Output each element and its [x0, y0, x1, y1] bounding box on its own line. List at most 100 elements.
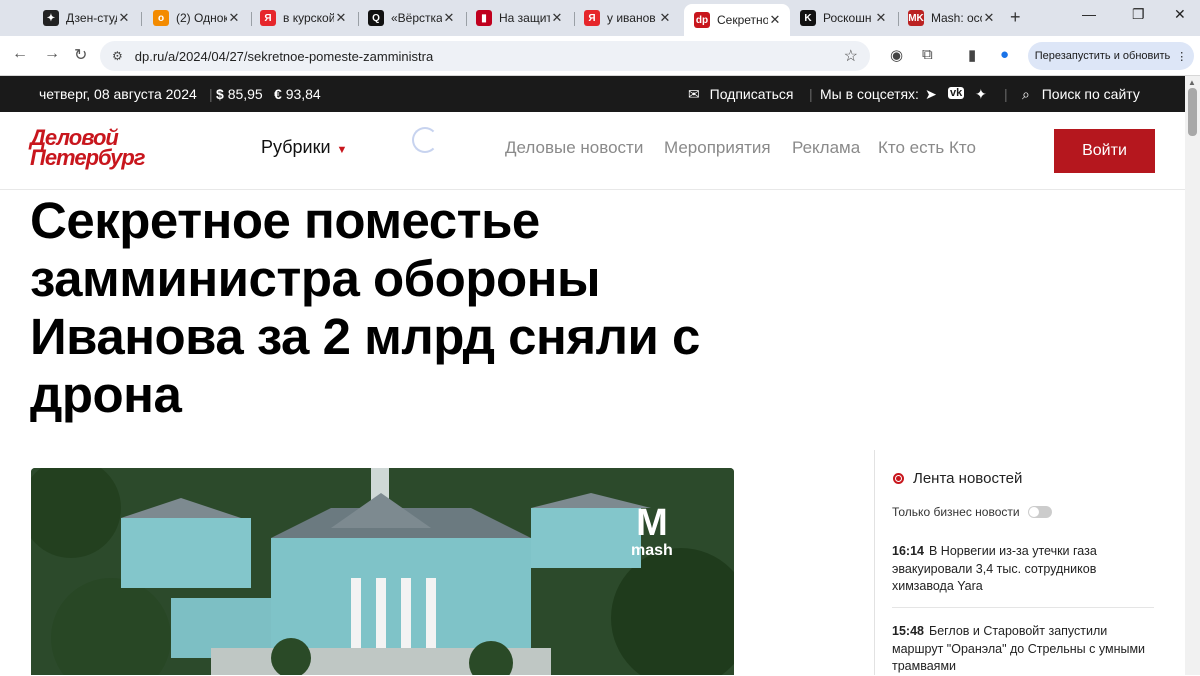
browser-tab[interactable]: K Роскошн ✕ [790, 4, 896, 32]
login-button[interactable]: Войти [1054, 129, 1155, 173]
business-news-toggle[interactable] [1027, 506, 1052, 518]
tab-favicon-icon: K [800, 10, 816, 26]
address-bar[interactable]: ⚙ dp.ru/a/2024/04/27/sekretnoe-pomeste-z… [100, 41, 870, 71]
reload-icon[interactable]: ↻ [74, 45, 87, 65]
social-label: Мы в соцсетях: [820, 86, 919, 102]
nav-who-is-who[interactable]: Кто есть Кто [878, 138, 976, 158]
news-item[interactable]: 16:14 В Норвегии из-за утечки газа эвакуи… [892, 543, 1154, 596]
back-icon[interactable]: ← [12, 45, 28, 63]
mash-watermark: M mash [631, 504, 673, 560]
restart-update-button[interactable]: Перезапустить и обновить ⋮ [1028, 42, 1194, 70]
dollar-icon: $ [216, 86, 224, 102]
tab-favicon-icon: MK [908, 10, 924, 26]
browser-tab[interactable]: Яу иванов ✕ [574, 4, 680, 32]
mash-logo-icon: M [636, 502, 668, 544]
tab-label: (2) Однок [176, 11, 227, 25]
eur-rate: € 93,84 [274, 86, 321, 102]
tab-label: Роскошн [823, 11, 872, 25]
browser-tab[interactable]: о (2) Однок ✕ [143, 4, 249, 32]
logo-line-2: Петербург [30, 145, 146, 170]
browser-tab[interactable]: dp Секретно ✕ [684, 4, 790, 36]
news-item[interactable]: 15:48 Беглов и Старовойт запустили маршру… [892, 623, 1154, 676]
profile-sync-icon[interactable]: ◉ [890, 46, 903, 64]
tab-label: На защит [499, 11, 550, 25]
browser-tab[interactable]: MK Mash: осс ✕ [898, 4, 1004, 32]
browser-tab[interactable]: Q «Вёрстка ✕ [358, 4, 464, 32]
minimize-icon[interactable]: — [1082, 6, 1096, 22]
rubrics-label: Рубрики [261, 137, 331, 157]
forward-icon[interactable]: → [44, 45, 60, 63]
tab-label: «Вёрстка [391, 11, 442, 25]
extensions-icon[interactable]: ⧉ [922, 46, 933, 63]
site-search-link[interactable]: ⌕ Поиск по сайту [1022, 86, 1140, 103]
tab-label: в курской [283, 11, 334, 25]
url-text: dp.ru/a/2024/04/27/sekretnoe-pomeste-zam… [134, 48, 434, 64]
tab-label: у иванов [607, 11, 656, 25]
tab-label: Секретно [717, 13, 768, 27]
browser-toolbar: ← → ↻ ⚙ dp.ru/a/2024/04/27/sekretnoe-pom… [0, 36, 1200, 76]
tab-favicon-icon: о [153, 10, 169, 26]
side-panel-icon[interactable]: ▮ [968, 46, 976, 64]
zen-icon[interactable]: ✦ [975, 86, 987, 103]
tab-favicon-icon: dp [694, 12, 710, 28]
business-filter-label: Только бизнес новости [892, 505, 1020, 519]
site-logo[interactable]: Деловой Петербург [30, 127, 184, 170]
euro-icon: € [274, 86, 282, 102]
page-scrollbar[interactable]: ▲ [1185, 76, 1200, 675]
nav-ads[interactable]: Реклама [792, 138, 860, 158]
tab-label: Mash: осс [931, 11, 982, 25]
scrollbar-thumb[interactable] [1188, 88, 1197, 136]
account-icon[interactable]: ● [1000, 46, 1009, 63]
mail-icon: ✉ [688, 86, 700, 102]
eur-value: 93,84 [285, 86, 321, 102]
nav-events[interactable]: Мероприятия [664, 138, 771, 158]
caret-down-icon: ▼ [336, 144, 348, 156]
site-top-bar: четверг, 08 августа 2024 | $ 85,95 € 93,… [0, 76, 1185, 112]
bookmark-star-icon[interactable]: ☆ [844, 46, 858, 66]
news-feed-title[interactable]: Лента новостей [893, 470, 1022, 487]
tab-favicon-icon: ✦ [43, 10, 59, 26]
loading-spinner-icon [412, 127, 438, 153]
tab-close-icon[interactable]: ✕ [658, 10, 672, 26]
tab-close-icon[interactable]: ✕ [874, 10, 888, 26]
scroll-up-icon[interactable]: ▲ [1188, 78, 1196, 87]
site-header: Деловой Петербург Рубрики ▼ Деловые новос… [0, 112, 1185, 190]
tab-favicon-icon: Q [368, 10, 384, 26]
tab-favicon-icon: Я [584, 10, 600, 26]
nav-business-news[interactable]: Деловые новости [505, 138, 643, 158]
tab-favicon-icon: Я [260, 10, 276, 26]
news-time: 16:14 [892, 544, 924, 558]
news-text: Беглов и Старовойт запустили маршрут "Ор… [892, 624, 1146, 673]
more-menu-icon: ⋮ [1176, 50, 1188, 63]
browser-tab[interactable]: ▮ На защит ✕ [466, 4, 572, 32]
live-dot-icon [893, 473, 904, 484]
business-news-filter: Только бизнес новости [892, 505, 1052, 519]
tab-separator [141, 12, 142, 26]
subscribe-link[interactable]: ✉ Подписаться [688, 86, 794, 103]
restart-update-label: Перезапустить и обновить [1034, 50, 1171, 62]
browser-tab[interactable]: ✦ Дзен-студ ✕ [33, 4, 139, 32]
tab-close-icon[interactable]: ✕ [117, 10, 131, 26]
tab-close-icon[interactable]: ✕ [227, 10, 241, 26]
vk-icon[interactable]: vk [948, 87, 965, 99]
restore-icon[interactable]: ❐ [1132, 6, 1145, 23]
tab-favicon-icon: ▮ [476, 10, 492, 26]
mash-watermark-text: mash [631, 542, 673, 559]
news-separator [892, 607, 1154, 608]
close-window-icon[interactable]: ✕ [1174, 6, 1186, 23]
site-info-icon[interactable]: ⚙ [112, 49, 123, 63]
browser-tab[interactable]: Яв курской ✕ [250, 4, 356, 32]
article-photo[interactable]: M mash [31, 468, 734, 675]
tab-close-icon[interactable]: ✕ [768, 12, 782, 28]
rubrics-menu[interactable]: Рубрики ▼ [261, 137, 347, 158]
new-tab-button[interactable]: + [1010, 7, 1021, 28]
tab-close-icon[interactable]: ✕ [550, 10, 564, 26]
tab-close-icon[interactable]: ✕ [442, 10, 456, 26]
tab-close-icon[interactable]: ✕ [982, 10, 996, 26]
tab-close-icon[interactable]: ✕ [334, 10, 348, 26]
current-date: четверг, 08 августа 2024 [39, 86, 197, 102]
news-feed-title-text: Лента новостей [913, 470, 1023, 487]
telegram-icon[interactable]: ➤ [925, 86, 937, 103]
subscribe-label: Подписаться [709, 86, 794, 102]
article-title: Секретное поместье замминистра обороны И… [30, 192, 700, 423]
